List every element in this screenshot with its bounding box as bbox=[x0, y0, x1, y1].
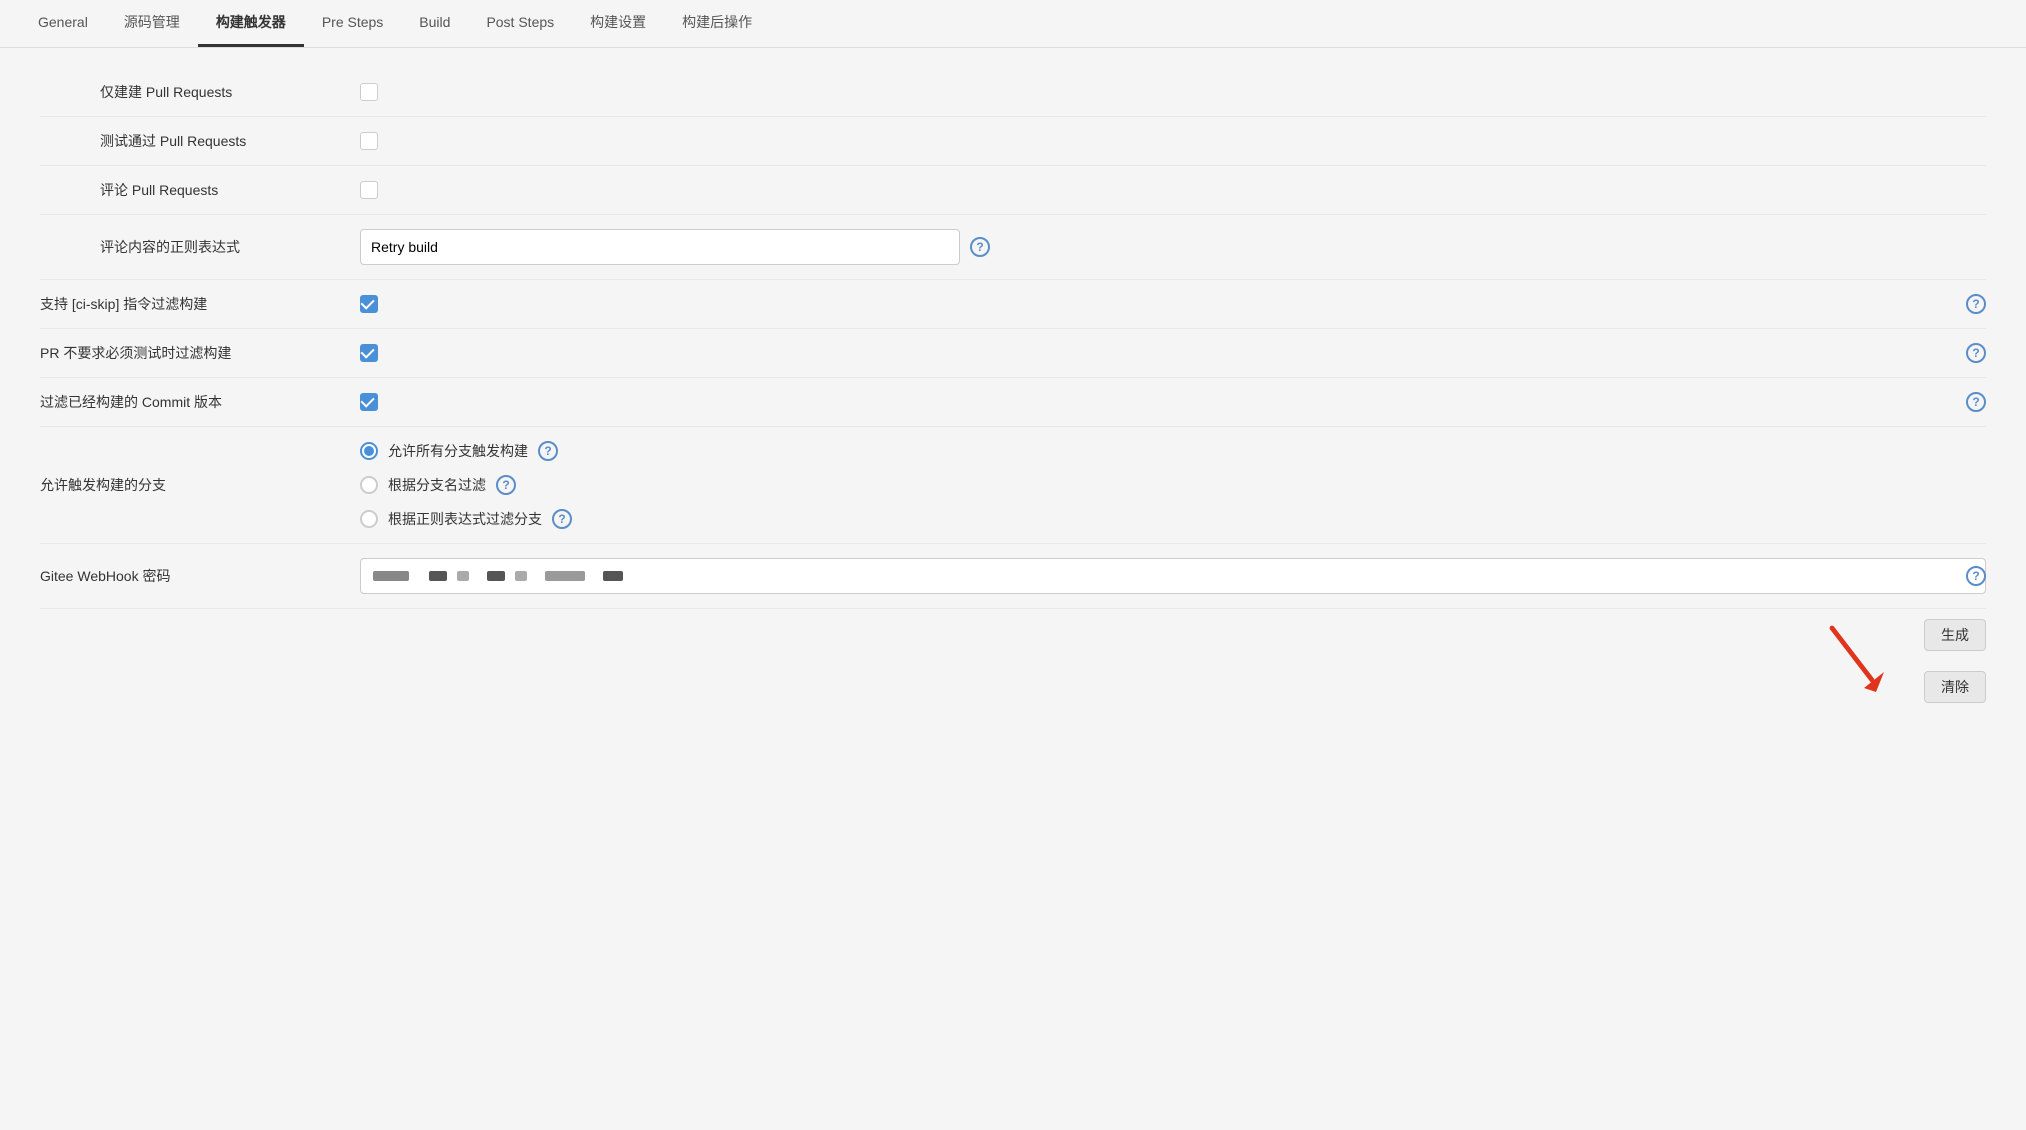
filter-built-control bbox=[360, 393, 1986, 411]
row-comment-pr: 评论 Pull Requests bbox=[40, 166, 1986, 215]
comment-regex-help-icon[interactable]: ? bbox=[970, 237, 990, 257]
pr-no-test-help-icon[interactable]: ? bbox=[1966, 343, 1986, 363]
radio-filter-by-regex[interactable] bbox=[360, 510, 378, 528]
radio-filter-by-regex-label: 根据正则表达式过滤分支 bbox=[388, 509, 542, 529]
tab-build-settings[interactable]: 构建设置 bbox=[572, 0, 664, 47]
pr-no-test-checkbox[interactable] bbox=[360, 344, 378, 362]
comment-pr-label: 评论 Pull Requests bbox=[100, 180, 360, 200]
radio-filter-by-regex-help-icon[interactable]: ? bbox=[552, 509, 572, 529]
comment-regex-label: 评论内容的正则表达式 bbox=[100, 237, 360, 257]
generate-button[interactable]: 生成 bbox=[1924, 619, 1986, 651]
comment-regex-input[interactable] bbox=[360, 229, 960, 265]
tab-pre-steps[interactable]: Pre Steps bbox=[304, 0, 401, 47]
tab-post-steps[interactable]: Post Steps bbox=[468, 0, 572, 47]
radio-filter-by-name-help-icon[interactable]: ? bbox=[496, 475, 516, 495]
row-comment-regex: 评论内容的正则表达式 ? bbox=[40, 215, 1986, 280]
ci-skip-help-icon[interactable]: ? bbox=[1966, 294, 1986, 314]
comment-regex-control: ? bbox=[360, 229, 1986, 265]
radio-filter-by-name[interactable] bbox=[360, 476, 378, 494]
radio-all-branches[interactable] bbox=[360, 442, 378, 460]
ci-skip-control bbox=[360, 295, 1986, 313]
radio-row-regex: 根据正则表达式过滤分支 ? bbox=[360, 509, 572, 529]
pr-no-test-label: PR 不要求必须测试时过滤构建 bbox=[40, 343, 360, 363]
test-pr-checkbox[interactable] bbox=[360, 132, 378, 150]
comment-pr-control bbox=[360, 181, 1986, 199]
radio-row-all: 允许所有分支触发构建 ? bbox=[360, 441, 572, 461]
pw-block-4 bbox=[487, 571, 505, 581]
pw-block-5 bbox=[515, 571, 527, 581]
test-pr-label: 测试通过 Pull Requests bbox=[100, 131, 360, 151]
generate-area: 生成 清除 bbox=[40, 609, 1986, 713]
filter-built-label: 过滤已经构建的 Commit 版本 bbox=[40, 392, 360, 412]
ci-skip-label: 支持 [ci-skip] 指令过滤构建 bbox=[40, 294, 360, 314]
radio-row-name: 根据分支名过滤 ? bbox=[360, 475, 572, 495]
pr-only-label: 仅建建 Pull Requests bbox=[100, 82, 360, 102]
pw-block-3 bbox=[457, 571, 469, 581]
row-webhook: Gitee WebHook 密码 ? bbox=[40, 544, 1986, 609]
generate-row: 生成 bbox=[40, 609, 1986, 661]
row-ci-skip: 支持 [ci-skip] 指令过滤构建 ? bbox=[40, 280, 1986, 329]
clear-button[interactable]: 清除 bbox=[1924, 671, 1986, 703]
row-pr-only: 仅建建 Pull Requests bbox=[40, 68, 1986, 117]
row-pr-no-test: PR 不要求必须测试时过滤构建 ? bbox=[40, 329, 1986, 378]
radio-filter-by-name-label: 根据分支名过滤 bbox=[388, 475, 486, 495]
webhook-password-field bbox=[360, 558, 1986, 594]
test-pr-control bbox=[360, 132, 1986, 150]
radio-all-branches-label: 允许所有分支触发构建 bbox=[388, 441, 528, 461]
branch-radio-group: 允许所有分支触发构建 ? 根据分支名过滤 ? 根据正则表达式过滤分支 ? bbox=[360, 441, 572, 529]
tab-post-build[interactable]: 构建后操作 bbox=[664, 0, 770, 47]
filter-built-checkbox[interactable] bbox=[360, 393, 378, 411]
pw-block-1 bbox=[373, 571, 409, 581]
allow-branch-label: 允许触发构建的分支 bbox=[40, 475, 360, 495]
webhook-control bbox=[360, 558, 1986, 594]
tab-build[interactable]: Build bbox=[401, 0, 468, 47]
pw-block-2 bbox=[429, 571, 447, 581]
pr-no-test-control bbox=[360, 344, 1986, 362]
filter-built-help-icon[interactable]: ? bbox=[1966, 392, 1986, 412]
tab-bar: General 源码管理 构建触发器 Pre Steps Build Post … bbox=[0, 0, 2026, 48]
pw-block-7 bbox=[603, 571, 623, 581]
webhook-help-icon[interactable]: ? bbox=[1966, 566, 1986, 586]
tab-build-trigger[interactable]: 构建触发器 bbox=[198, 0, 304, 47]
row-allow-branch: 允许触发构建的分支 允许所有分支触发构建 ? 根据分支名过滤 ? 根据正则表达式… bbox=[40, 427, 1986, 544]
row-filter-built: 过滤已经构建的 Commit 版本 ? bbox=[40, 378, 1986, 427]
allow-branch-control: 允许所有分支触发构建 ? 根据分支名过滤 ? 根据正则表达式过滤分支 ? bbox=[360, 441, 1986, 529]
comment-pr-checkbox[interactable] bbox=[360, 181, 378, 199]
main-content: 仅建建 Pull Requests 测试通过 Pull Requests 评论 … bbox=[0, 48, 2026, 1130]
clear-row: 清除 bbox=[40, 661, 1986, 713]
pr-only-control bbox=[360, 83, 1986, 101]
webhook-label: Gitee WebHook 密码 bbox=[40, 566, 360, 586]
row-test-pr: 测试通过 Pull Requests bbox=[40, 117, 1986, 166]
pr-only-checkbox[interactable] bbox=[360, 83, 378, 101]
radio-all-branches-help-icon[interactable]: ? bbox=[538, 441, 558, 461]
tab-source-management[interactable]: 源码管理 bbox=[106, 0, 198, 47]
pw-block-6 bbox=[545, 571, 585, 581]
tab-general[interactable]: General bbox=[20, 0, 106, 47]
ci-skip-checkbox[interactable] bbox=[360, 295, 378, 313]
